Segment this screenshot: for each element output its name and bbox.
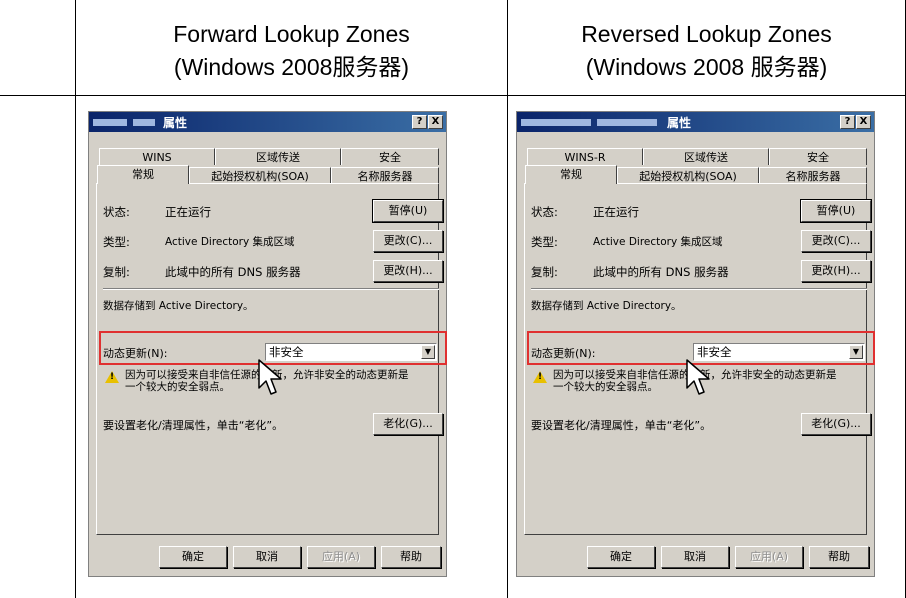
tab-wins[interactable]: WINS-R	[527, 148, 643, 165]
status-value: 正在运行	[165, 205, 211, 219]
replication-value: 此域中的所有 DNS 服务器	[165, 265, 301, 279]
change-replication-button[interactable]: 更改(H)...	[801, 260, 871, 282]
warning-icon: !	[533, 371, 547, 383]
help-bottom-button[interactable]: 帮助	[381, 546, 441, 568]
help-button[interactable]: ?	[840, 115, 855, 129]
aging-button[interactable]: 老化(G)...	[801, 413, 871, 435]
tab-soa[interactable]: 起始授权机构(SOA)	[189, 167, 331, 184]
replication-label: 复制:	[103, 265, 130, 279]
pause-button[interactable]: 暂停(U)	[372, 199, 444, 223]
tab-general[interactable]: 常规	[97, 165, 189, 184]
tab-name-servers[interactable]: 名称服务器	[331, 167, 439, 184]
redacted-zone-name	[93, 119, 127, 126]
chevron-down-icon[interactable]: ▼	[421, 345, 435, 359]
type-label: 类型:	[531, 235, 558, 249]
table-border-middle	[507, 0, 508, 598]
dynamic-update-value: 非安全	[269, 345, 304, 359]
zone-properties-dialog-forward: 属性 ? X WINS 区域传送 安全 常规 起始授权机构(SOA) 名称服务器…	[88, 111, 447, 577]
dynamic-update-value: 非安全	[697, 345, 732, 359]
type-label: 类型:	[103, 235, 130, 249]
warning-text-line2: 一个较大的安全弱点。	[553, 381, 658, 393]
change-replication-button[interactable]: 更改(H)...	[373, 260, 443, 282]
warning-text-line2: 一个较大的安全弱点。	[125, 381, 230, 393]
aging-text: 要设置老化/清理属性，单击“老化”。	[103, 419, 284, 432]
tab-wins[interactable]: WINS	[99, 148, 215, 165]
ok-button[interactable]: 确定	[587, 546, 655, 568]
type-value: Active Directory 集成区域	[593, 236, 723, 248]
title-bar[interactable]: 属性 ? X	[89, 112, 446, 132]
tab-name-servers[interactable]: 名称服务器	[759, 167, 867, 184]
tab-zone-transfers[interactable]: 区域传送	[643, 148, 769, 165]
close-button[interactable]: X	[428, 115, 443, 129]
cancel-button[interactable]: 取消	[233, 546, 301, 568]
tab-soa[interactable]: 起始授权机构(SOA)	[617, 167, 759, 184]
tab-zone-transfers[interactable]: 区域传送	[215, 148, 341, 165]
storage-text: 数据存储到 Active Directory。	[103, 300, 254, 312]
change-type-button[interactable]: 更改(C)...	[801, 230, 871, 252]
close-button[interactable]: X	[856, 115, 871, 129]
separator	[103, 288, 439, 290]
apply-button[interactable]: 应用(A)	[735, 546, 803, 568]
dynamic-update-select[interactable]: 非安全 ▼	[265, 343, 437, 361]
replication-value: 此域中的所有 DNS 服务器	[593, 265, 729, 279]
status-label: 状态:	[531, 205, 558, 219]
redacted-zone-name	[133, 119, 155, 126]
redacted-zone-name	[521, 119, 591, 126]
cancel-button[interactable]: 取消	[661, 546, 729, 568]
ok-button[interactable]: 确定	[159, 546, 227, 568]
status-label: 状态:	[103, 205, 130, 219]
tab-security[interactable]: 安全	[769, 148, 867, 165]
mouse-cursor-icon	[686, 359, 710, 395]
dialog-title: 属性	[163, 116, 188, 130]
mouse-cursor-icon	[258, 359, 282, 395]
zone-properties-dialog-reverse: 属性 ? X WINS-R 区域传送 安全 常规 起始授权机构(SOA) 名称服…	[516, 111, 875, 577]
pause-button[interactable]: 暂停(U)	[800, 199, 872, 223]
dynamic-update-select[interactable]: 非安全 ▼	[693, 343, 865, 361]
replication-label: 复制:	[531, 265, 558, 279]
table-border-left	[75, 0, 76, 598]
title-bar[interactable]: 属性 ? X	[517, 112, 874, 132]
aging-button[interactable]: 老化(G)...	[373, 413, 443, 435]
column-heading-reverse: Reversed Lookup Zones (Windows 2008 服务器)	[508, 18, 905, 88]
separator	[531, 288, 867, 290]
aging-text: 要设置老化/清理属性，单击“老化”。	[531, 419, 712, 432]
heading-line: (Windows 2008服务器)	[173, 54, 410, 80]
heading-line: (Windows 2008 服务器)	[585, 54, 828, 80]
storage-text: 数据存储到 Active Directory。	[531, 300, 682, 312]
help-bottom-button[interactable]: 帮助	[809, 546, 869, 568]
comparison-table: Forward Lookup Zones (Windows 2008服务器) R…	[0, 0, 906, 598]
type-value: Active Directory 集成区域	[165, 236, 295, 248]
table-header-divider	[0, 95, 906, 96]
change-type-button[interactable]: 更改(C)...	[373, 230, 443, 252]
tab-security[interactable]: 安全	[341, 148, 439, 165]
chevron-down-icon[interactable]: ▼	[849, 345, 863, 359]
dialog-title: 属性	[667, 116, 692, 130]
apply-button[interactable]: 应用(A)	[307, 546, 375, 568]
redacted-zone-name	[597, 119, 657, 126]
status-value: 正在运行	[593, 205, 639, 219]
heading-line: Reversed Lookup Zones	[581, 21, 832, 47]
dynamic-update-label: 动态更新(N):	[103, 347, 168, 360]
dynamic-update-label: 动态更新(N):	[531, 347, 596, 360]
column-heading-forward: Forward Lookup Zones (Windows 2008服务器)	[76, 18, 507, 88]
tab-general[interactable]: 常规	[525, 165, 617, 184]
help-button[interactable]: ?	[412, 115, 427, 129]
warning-icon: !	[105, 371, 119, 383]
heading-line: Forward Lookup Zones	[173, 21, 410, 47]
